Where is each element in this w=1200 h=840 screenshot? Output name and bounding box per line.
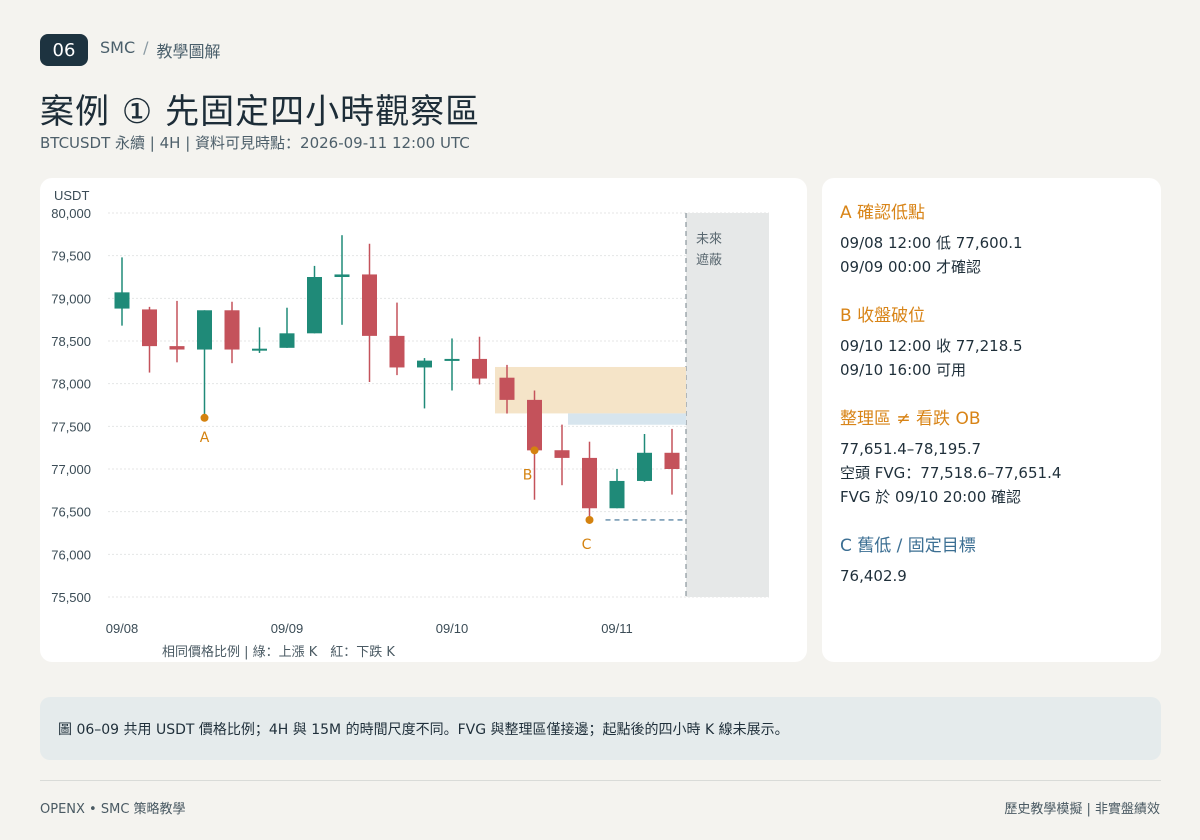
candle-body-down	[169, 346, 185, 350]
note-c: C 舊低 / 固定目標 76,402.9	[840, 531, 1143, 588]
page-title: 案例 ① 先固定四小時觀察區	[40, 92, 481, 132]
y-tick-label: 77,500	[51, 419, 91, 434]
candle-body-up	[307, 277, 322, 334]
x-tick-label: 09/09	[271, 621, 304, 636]
breadcrumb-separator: /	[143, 38, 149, 57]
y-tick-label: 75,500	[51, 590, 91, 605]
note-b-line-1: 09/10 12:00 收 77,218.5	[840, 337, 1023, 355]
candle-body-down	[582, 457, 597, 509]
candle-body-up	[114, 292, 130, 309]
candle-body-down	[527, 399, 542, 451]
y-tick-label: 79,000	[51, 291, 91, 306]
breadcrumb: SMC / 教學圖解	[100, 38, 221, 62]
fvg-zone	[568, 413, 686, 425]
notes-panel: A 確認低點 09/08 12:00 低 77,600.1 09/09 00:0…	[822, 178, 1161, 662]
marker-b-label: B	[523, 467, 533, 483]
note-ob-line-2: 空頭 FVG：77,518.6–77,651.4	[840, 464, 1062, 482]
y-tick-label: 78,000	[51, 377, 91, 392]
candle-body-down	[499, 377, 515, 400]
x-tick-label: 09/10	[436, 621, 469, 636]
y-axis-label: USDT	[54, 188, 89, 203]
future-mask-label: 未來	[696, 232, 722, 247]
candle-body-down	[472, 358, 487, 379]
y-tick-label: 76,500	[51, 505, 91, 520]
marker-c-dot	[585, 515, 594, 524]
note-b-title: B 收盤破位	[840, 306, 926, 326]
chart-footnote: 相同價格比例 | 綠：上漲 K 紅：下跌 K	[162, 644, 395, 660]
note-ob-line-3: FVG 於 09/10 20:00 確認	[840, 488, 1022, 506]
y-tick-label: 77,000	[51, 462, 91, 477]
note-a-line-1: 09/08 12:00 低 77,600.1	[840, 234, 1023, 252]
marker-a-dot	[200, 413, 209, 422]
header-row: 06 SMC / 教學圖解	[40, 34, 221, 66]
note-a-title: A 確認低點	[840, 203, 926, 223]
marker-b-dot	[530, 446, 539, 455]
candlestick-chart: 80,000 79,500 79,000 78,500 78,000 77,500 77,0…	[51, 188, 769, 660]
future-mask	[686, 213, 769, 597]
note-ob: 整理區 ≠ 看跌 OB 77,651.4–78,195.7 空頭 FVG：77,…	[840, 404, 1143, 509]
candle-body-down	[142, 309, 157, 347]
candle-body-up	[252, 348, 267, 351]
candle-body-down	[362, 274, 377, 336]
candle-body-up	[444, 358, 460, 361]
candle-body-up	[197, 310, 212, 350]
footer-disclaimer: 歷史教學模擬 | 非實盤績效	[1004, 802, 1160, 817]
candle-body-up	[609, 480, 625, 509]
candle-body-down	[554, 450, 570, 458]
note-ob-title: 整理區 ≠ 看跌 OB	[840, 409, 981, 429]
breadcrumb-item-tutorial[interactable]: 教學圖解	[157, 38, 221, 62]
y-tick-label: 79,500	[51, 249, 91, 264]
note-b: B 收盤破位 09/10 12:00 收 77,218.5 09/10 16:0…	[840, 301, 1143, 382]
chapter-badge: 06	[40, 34, 88, 66]
footer-brand: OPENX • SMC 策略教學	[40, 802, 186, 817]
note-a-line-2: 09/09 00:00 才確認	[840, 258, 981, 276]
y-tick-label: 78,500	[51, 334, 91, 349]
note-ob-line-1: 77,651.4–78,195.7	[840, 440, 982, 458]
candle-body-down	[224, 310, 240, 350]
breadcrumb-item-smc[interactable]: SMC	[100, 38, 135, 62]
chart-card: 80,000 79,500 79,000 78,500 78,000 77,500 77,0…	[40, 178, 807, 662]
x-tick-label: 09/11	[601, 621, 633, 636]
note-c-line-1: 76,402.9	[840, 567, 907, 585]
note-a: A 確認低點 09/08 12:00 低 77,600.1 09/09 00:0…	[840, 198, 1143, 279]
candle-body-up	[334, 274, 350, 277]
figure-caption: 圖 06–09 共用 USDT 價格比例；4H 與 15M 的時間尺度不同。FV…	[40, 697, 1161, 760]
note-b-line-2: 09/10 16:00 可用	[840, 361, 966, 379]
candle-body-up	[417, 360, 432, 368]
candle-body-down	[664, 452, 680, 469]
note-c-title: C 舊低 / 固定目標	[840, 536, 976, 556]
candle-body-up	[279, 333, 295, 348]
candle-body-up	[637, 452, 652, 481]
caption-text: 圖 06–09 共用 USDT 價格比例；4H 與 15M 的時間尺度不同。FV…	[58, 721, 789, 738]
y-tick-label: 80,000	[51, 206, 91, 221]
marker-a-label: A	[200, 430, 210, 446]
footer-divider	[40, 780, 1161, 781]
marker-c-label: C	[582, 537, 592, 553]
x-tick-label: 09/08	[106, 621, 139, 636]
future-mask-label: 遮蔽	[696, 252, 722, 268]
page-subtitle: BTCUSDT 永續 | 4H | 資料可見時點：2026-09-11 12:0…	[40, 134, 470, 152]
candle-body-down	[389, 335, 405, 368]
y-tick-label: 76,000	[51, 547, 91, 562]
ob-zone	[495, 366, 686, 414]
